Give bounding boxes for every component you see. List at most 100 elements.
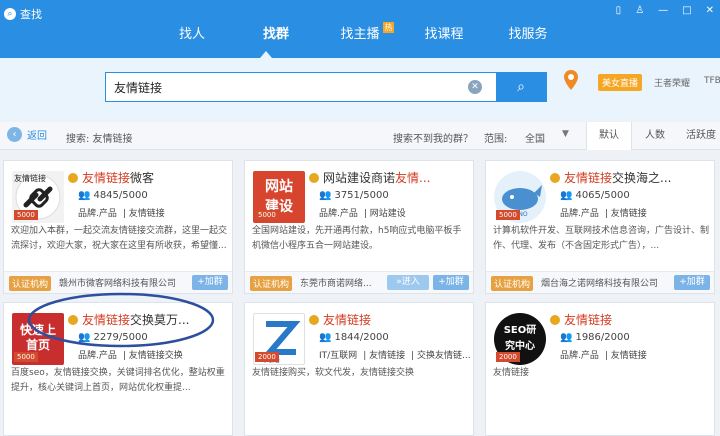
search-zone: ✕ ⌕ 美女直播 王者荣耀 TFB (0, 58, 720, 120)
tag: 交换友情链... (417, 351, 471, 361)
group-tags: 品牌.产品 | 友情链接 (78, 209, 165, 219)
tag: 友情链接 (610, 209, 647, 219)
minimize-button[interactable]: — (658, 5, 668, 16)
tab-find-person[interactable]: 找人 (150, 22, 234, 48)
level-badge: 5000 (14, 352, 38, 362)
join-group-button[interactable]: +加群 (433, 275, 469, 290)
tab-label: 找人 (178, 27, 205, 42)
member-count-text: 1986/2000 (575, 332, 630, 343)
tab-find-group[interactable]: 找群 (234, 22, 318, 48)
chevron-down-icon[interactable]: ▼ (562, 129, 569, 139)
level-badge: 5000 (14, 210, 38, 220)
group-tags: 品牌.产品 | 友情链接 (560, 209, 647, 219)
tag: 品牌.产品 (78, 351, 117, 361)
name-highlight: 友情链接 (564, 313, 613, 327)
card-footer: 认证机构 烟台海之诺网络科技有限公司 +加群 (486, 271, 714, 293)
hot-badge: 热 (383, 22, 394, 33)
enter-group-button[interactable]: »进入 (387, 275, 429, 290)
sort-members[interactable]: 人数 (632, 122, 678, 150)
back-button[interactable]: ‹ 返回 (7, 127, 47, 142)
location-pin-icon[interactable] (563, 69, 579, 91)
member-count-text: 4065/5000 (575, 190, 630, 201)
window-controls: ▯ ♙ — □ ✕ (616, 5, 714, 16)
group-description: 友情链接购买，软文代发，友情链接交换 (252, 368, 415, 378)
join-group-button[interactable]: +加群 (192, 275, 228, 290)
level-badge: 2000 (255, 352, 279, 362)
back-label: 返回 (27, 131, 47, 142)
not-found-link[interactable]: 搜索不到我的群？ (393, 130, 473, 145)
tab-find-service[interactable]: 找服务 (486, 22, 570, 48)
logo-caption: SEO研究中心 (503, 325, 537, 352)
group-description: 欢迎加入本群，一起交流友情链接交流群，这里一起交流探讨，欢迎大家，祝大家在这里有… (11, 226, 228, 251)
tag: 友情链接 (369, 351, 406, 361)
name-highlight: 友情链接 (564, 171, 613, 185)
member-count-text: 4845/5000 (93, 190, 148, 201)
crown-icon (550, 173, 560, 183)
group-tags: IT/互联网 | 友情链接 | 交换友情链... (319, 351, 471, 361)
group-tags: 品牌.产品 | 友情链接 (560, 351, 647, 361)
sort-default[interactable]: 默认 (586, 122, 632, 150)
tab-label: 找主播 (340, 27, 380, 42)
search-input[interactable] (106, 74, 468, 100)
name-part: 网站建设商诺 (323, 171, 396, 185)
company-name: 赣州市微客网络科技有限公司 (59, 279, 177, 289)
group-description: 计算机软件开发、互联网技术信息咨询，广告设计、制作、代理、发布（不含固定形式广告… (493, 226, 710, 251)
active-tab-indicator (260, 51, 272, 58)
tag: 品牌.产品 (319, 209, 358, 219)
group-name[interactable]: 友情链接交换海之... (564, 169, 712, 186)
group-card[interactable]: 网站建设 5000 网站建设商诺友情... 👥 3751/5000 品牌.产品 | … (244, 160, 474, 294)
main-nav: 找人 找群 找主播热 找课程 找服务 (150, 22, 570, 48)
group-name[interactable]: 友情链接微客 (82, 169, 230, 186)
clear-icon[interactable]: ✕ (468, 80, 482, 94)
close-button[interactable]: ✕ (706, 5, 714, 16)
search-button[interactable]: ⌕ (496, 73, 546, 101)
name-part: 微客 (130, 171, 155, 185)
tab-label: 找课程 (424, 27, 464, 42)
group-name[interactable]: 友情链接 (323, 311, 471, 328)
tag: 品牌.产品 (560, 351, 599, 361)
name-part: 交换海之... (612, 171, 672, 185)
join-group-button[interactable]: +加群 (674, 275, 710, 290)
company-name: 东莞市商诺网络... (300, 279, 372, 289)
group-name[interactable]: 网站建设商诺友情... (323, 169, 471, 186)
people-icon: 👥 (78, 190, 91, 201)
hot-word[interactable]: TFB (704, 76, 720, 86)
group-name[interactable]: 友情链接 (564, 311, 712, 328)
company-name: 烟台海之诺网络科技有限公司 (541, 279, 659, 289)
member-count-text: 3751/5000 (334, 190, 389, 201)
group-card[interactable]: 友情链接 5000 友情链接微客 👥 4845/5000 品牌.产品 | 友情链接 … (3, 160, 233, 294)
window-title: ⌕ 查找 (4, 6, 42, 22)
people-icon: 👥 (560, 332, 573, 343)
tag: 友情链接 (610, 351, 647, 361)
group-card[interactable]: SEO研究中心 2000 友情链接 👥 1986/2000 品牌.产品 | 友情链接… (485, 302, 715, 436)
group-tags: 品牌.产品 | 网站建设 (319, 209, 406, 219)
range-select[interactable]: 全国 (525, 130, 545, 145)
hot-word[interactable]: 王者荣耀 (654, 76, 690, 89)
tab-label: 找群 (262, 27, 289, 42)
skin-icon[interactable]: ▯ (616, 5, 622, 16)
tag: 网站建设 (369, 209, 406, 219)
live-badge[interactable]: 美女直播 (598, 74, 643, 91)
filter-bar: ‹ 返回 搜索: 友情链接 搜索不到我的群？ 范围: 全国 ▼ 默认 人数 活跃度 (0, 122, 720, 150)
tab-find-course[interactable]: 找课程 (402, 22, 486, 48)
group-description: 友情链接 (493, 368, 530, 378)
tag: 品牌.产品 (78, 209, 117, 219)
user-icon[interactable]: ♙ (635, 5, 644, 16)
cert-badge: 认证机构 (491, 276, 534, 291)
sort-activity[interactable]: 活跃度 (678, 122, 720, 150)
group-card[interactable]: 网络 2000 友情链接 👥1844/2000 IT/互联网| 友情链接| 交换… (244, 302, 474, 436)
range-label: 范围: (484, 134, 508, 145)
group-card[interactable]: HAINO 5000 友情链接交换海之... 👥4065/5000 品牌.产品|… (485, 160, 715, 294)
tag: 友情链接交换 (128, 351, 183, 361)
group-description: 全国网站建设，先开通再付款，h5响应式电脑平板手机微信小程序五合一网站建设。 (252, 226, 462, 251)
people-icon: 👥 (319, 332, 332, 343)
level-badge: 5000 (255, 210, 279, 220)
annotation-oval (27, 292, 215, 348)
tab-find-streamer[interactable]: 找主播热 (318, 22, 402, 48)
member-count: 👥 3751/5000 (319, 190, 389, 201)
search-box: ✕ ⌕ (105, 72, 547, 102)
back-arrow-icon: ‹ (7, 127, 22, 142)
group-description: 百度seo，友情链接交换，关键词排名优化，整站权重提升，核心关键词上首页，网站优… (11, 368, 225, 393)
tag: IT/互联网 (319, 351, 358, 361)
maximize-button[interactable]: □ (682, 5, 691, 16)
